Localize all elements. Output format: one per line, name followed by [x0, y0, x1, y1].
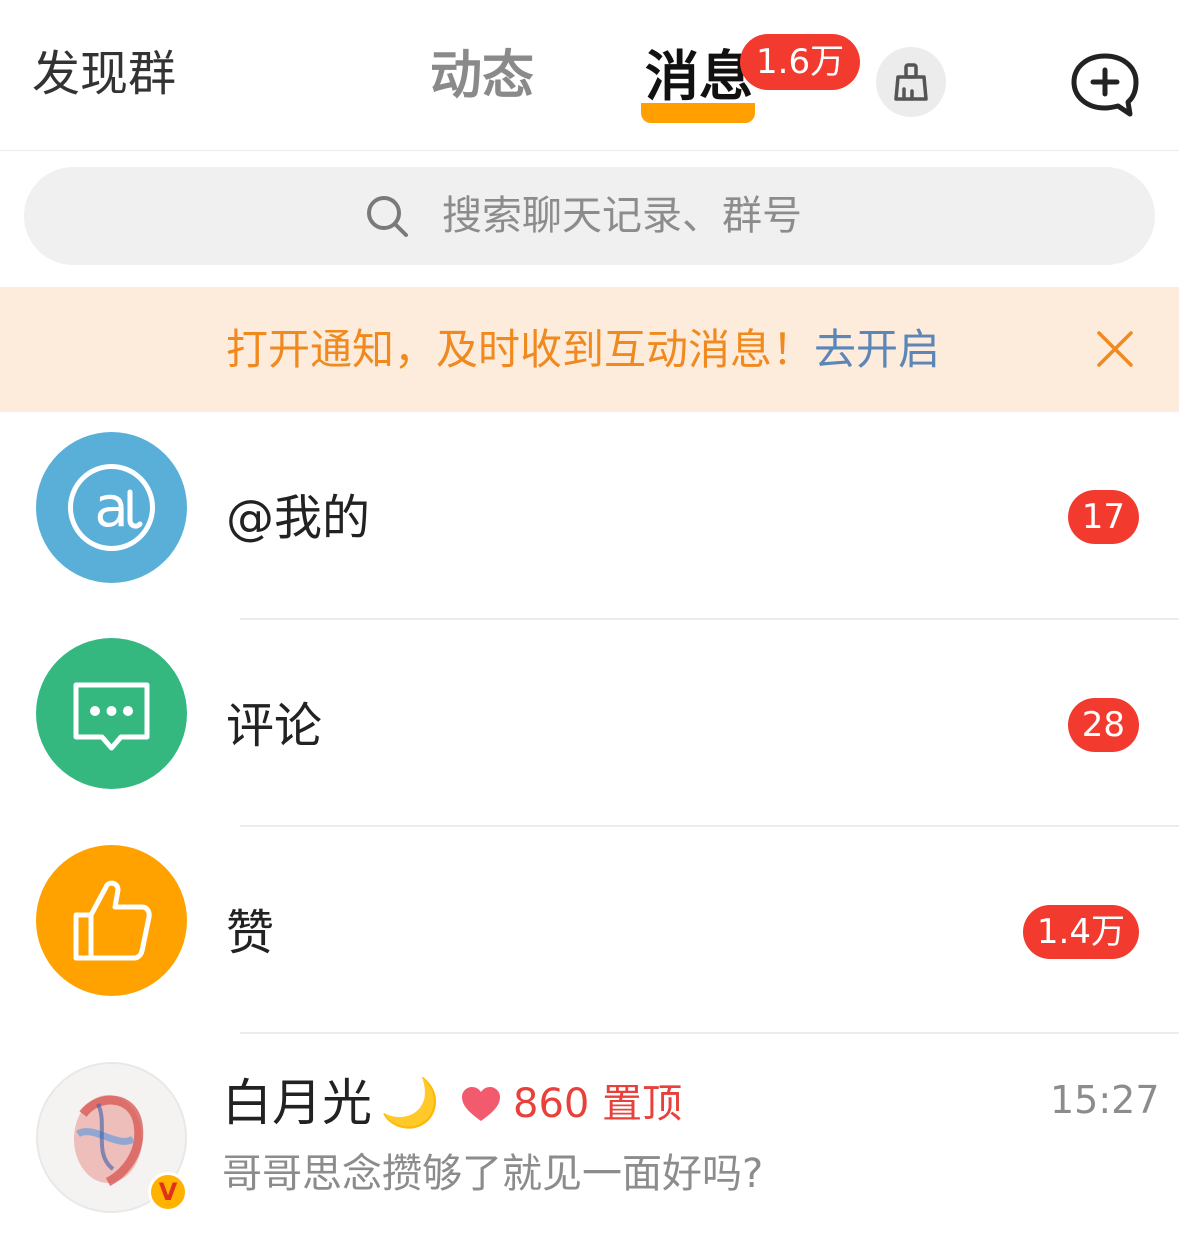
moon-emoji: 🌙 — [380, 1075, 440, 1131]
broom-icon — [894, 63, 928, 101]
chat-time: 15:27 — [1050, 1078, 1160, 1122]
mentions-label: @我的 — [226, 490, 371, 546]
chat-name: 白月光 — [222, 1074, 372, 1132]
notification-banner: 打开通知，及时收到互动消息！去开启 — [0, 287, 1179, 412]
likes-label: 赞 — [226, 905, 275, 961]
tab-messages[interactable]: 消息 — [645, 50, 753, 104]
heart-count: 860 — [513, 1081, 590, 1127]
likes-badge: 1.4万 — [1022, 905, 1139, 959]
enable-notifications-link[interactable]: 去开启 — [814, 325, 940, 374]
chat-preview: 哥哥思念攒够了就见一面好吗? — [222, 1151, 764, 1197]
at-icon: a — [68, 464, 155, 551]
comments-row[interactable]: 评论 28 — [0, 620, 1179, 826]
notice-message: 打开通知，及时收到互动消息！ — [226, 325, 815, 374]
search-icon — [367, 196, 408, 237]
thumbs-up-icon — [73, 880, 152, 961]
search-placeholder: 搜索聊天记录、群号 — [442, 193, 802, 239]
comments-badge: 28 — [1067, 698, 1139, 752]
comments-avatar — [36, 638, 187, 789]
tab-feed[interactable]: 动态 — [430, 50, 534, 102]
close-icon[interactable] — [1095, 329, 1135, 369]
clean-button[interactable] — [876, 47, 946, 117]
comment-icon — [73, 682, 150, 751]
notice-text-line: 打开通知，及时收到互动消息！去开启 — [226, 325, 940, 375]
comments-label: 评论 — [226, 698, 323, 754]
mentions-row[interactable]: a @我的 17 — [0, 412, 1179, 619]
svg-text:a: a — [94, 475, 128, 540]
chat-plus-icon — [1071, 53, 1139, 117]
new-chat-button[interactable] — [1070, 52, 1140, 118]
top-bar: 发现群 动态 消息 1.6万 — [0, 0, 1179, 151]
pinned-label: 置顶 — [602, 1081, 683, 1127]
chat-meta: 860 置顶 — [513, 1080, 682, 1128]
verified-badge: V — [148, 1172, 188, 1212]
likes-avatar — [36, 845, 187, 996]
search-bar[interactable]: 搜索聊天记录、群号 — [24, 167, 1155, 265]
mentions-avatar: a — [36, 432, 187, 583]
messages-unread-badge: 1.6万 — [740, 34, 861, 90]
mentions-badge: 17 — [1067, 490, 1139, 544]
discover-groups-button[interactable]: 发现群 — [32, 50, 176, 98]
likes-row[interactable]: 赞 1.4万 — [0, 827, 1179, 1033]
heart-icon — [462, 1087, 500, 1121]
